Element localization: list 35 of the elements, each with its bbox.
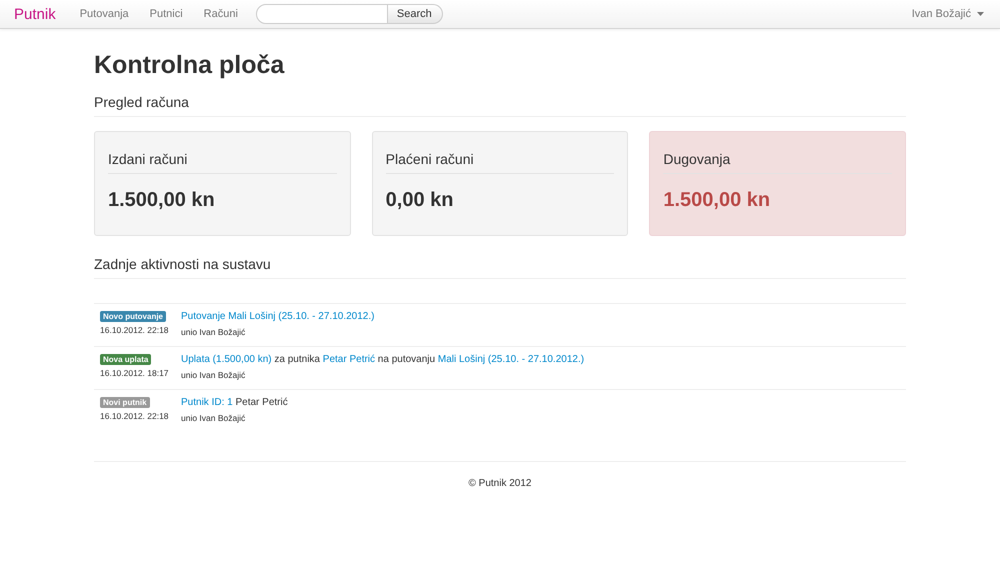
section-heading: Pregled računa xyxy=(94,92,906,117)
activity-time: 16.10.2012. 22:18 xyxy=(100,325,169,335)
card-label: Dugovanja xyxy=(663,151,892,174)
section-heading: Zadnje aktivnosti na sustavu xyxy=(94,254,906,279)
activity-link[interactable]: Putovanje Mali Lošinj (25.10. - 27.10.2012.) xyxy=(181,311,374,322)
activity-link[interactable]: Uplata (1.500,00 kn) xyxy=(181,354,272,365)
search-field[interactable] xyxy=(256,4,388,24)
card-label: Plaćeni računi xyxy=(386,151,614,174)
user-menu[interactable]: Ivan Božajić xyxy=(912,8,984,20)
activity-text: za putnika xyxy=(273,354,321,365)
activity-badge: Novo putovanje xyxy=(100,311,166,322)
caret-icon xyxy=(977,12,984,16)
nav-link[interactable]: Putovanja xyxy=(80,8,129,20)
activity-time: 16.10.2012. 22:18 xyxy=(100,411,169,421)
activity-text: na putovanju xyxy=(376,354,436,365)
activity-badge: Nova uplata xyxy=(100,354,152,365)
page-title: Kontrolna ploča xyxy=(94,50,286,80)
activity-author: unio Ivan Božajić xyxy=(181,370,246,380)
activity-text: Petar Petrić xyxy=(234,397,288,408)
search-button[interactable]: Search xyxy=(388,4,443,24)
nav-link[interactable]: Računi xyxy=(204,8,238,20)
footer-text: © Putnik 2012 xyxy=(94,461,906,489)
brand-link[interactable]: Putnik xyxy=(14,6,56,22)
card-value: 1.500,00 kn xyxy=(108,189,216,212)
activity-link[interactable]: Mali Lošinj (25.10. - 27.10.2012.) xyxy=(438,354,584,365)
activity-link[interactable]: Putnik ID: 1 xyxy=(181,397,233,408)
activity-time: 16.10.2012. 18:17 xyxy=(100,368,169,378)
activity-link[interactable]: Petar Petrić xyxy=(322,354,376,365)
activity-badge: Novi putnik xyxy=(100,397,150,408)
card-value: 0,00 kn xyxy=(386,189,454,212)
card-value: 1.500,00 kn xyxy=(663,189,772,212)
activity-author: unio Ivan Božajić xyxy=(181,327,246,337)
activity-author: unio Ivan Božajić xyxy=(181,413,246,423)
card-label: Izdani računi xyxy=(108,151,337,174)
nav-link[interactable]: Putnici xyxy=(150,8,183,20)
